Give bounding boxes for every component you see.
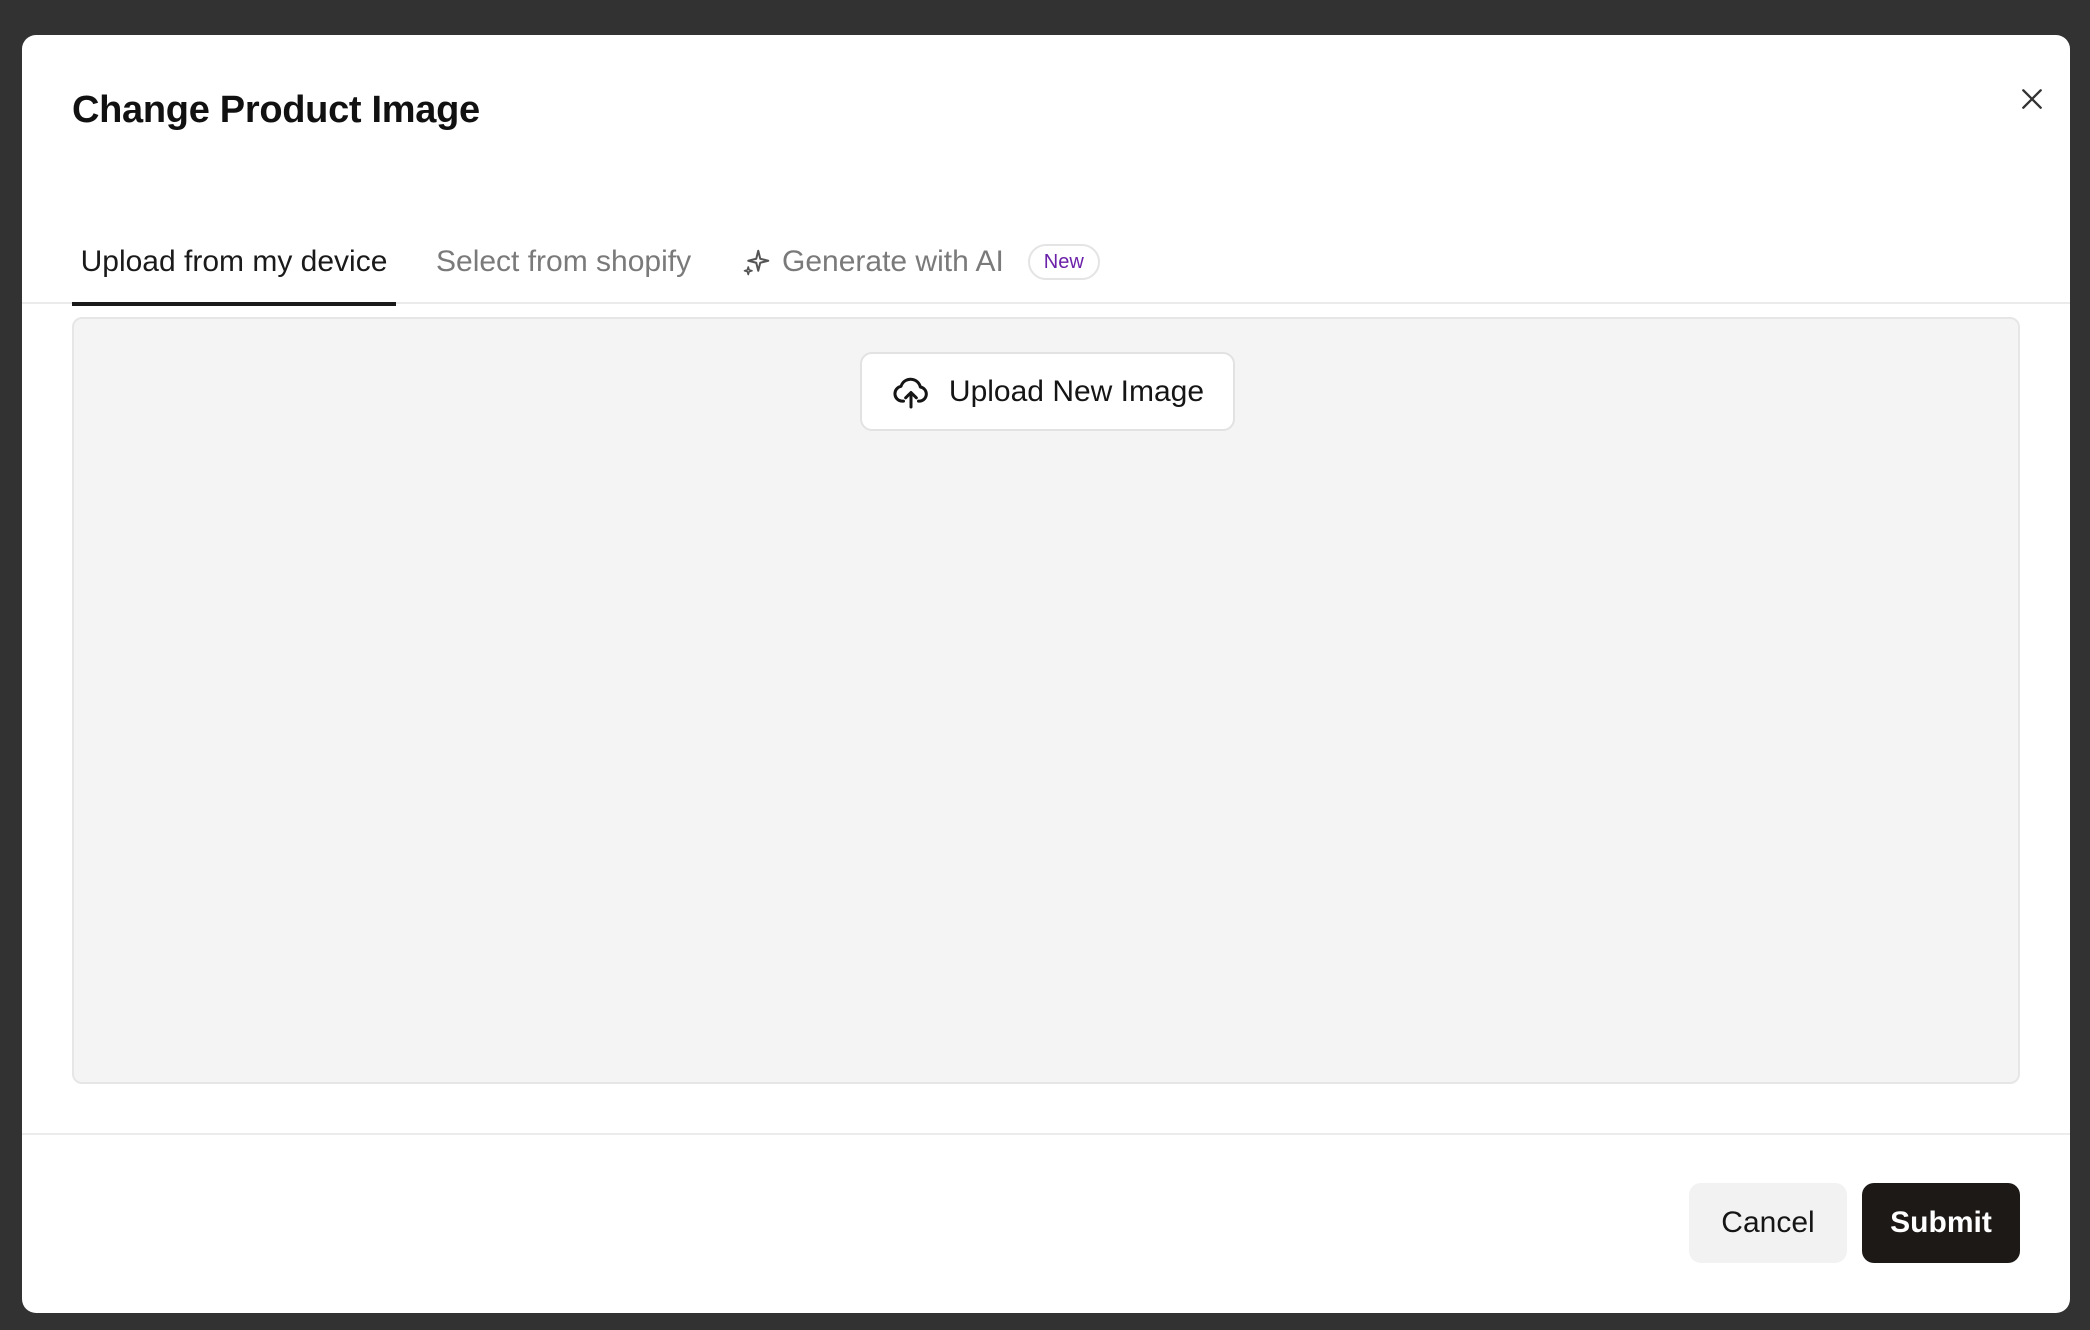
sparkle-icon bbox=[743, 249, 770, 276]
dialog-title: Change Product Image bbox=[72, 89, 480, 131]
tab-select-from-shopify[interactable]: Select from shopify bbox=[436, 220, 691, 304]
submit-button[interactable]: Submit bbox=[1862, 1183, 2020, 1263]
upload-new-image-button[interactable]: Upload New Image bbox=[860, 352, 1235, 431]
tab-upload-from-device[interactable]: Upload from my device bbox=[72, 220, 396, 306]
new-badge: New bbox=[1027, 244, 1100, 280]
tab-generate-with-ai[interactable]: Generate with AI New bbox=[742, 220, 1100, 304]
change-product-image-dialog: Change Product Image Upload from my devi… bbox=[22, 35, 2070, 1313]
image-dropzone[interactable]: Upload New Image bbox=[72, 317, 2020, 1084]
tab-label: Generate with AI bbox=[782, 245, 1004, 278]
close-button[interactable] bbox=[2000, 67, 2064, 131]
cloud-upload-icon bbox=[893, 377, 928, 408]
tab-bar: Upload from my device Select from shopif… bbox=[22, 220, 2070, 306]
tab-label: Upload from my device bbox=[80, 245, 388, 278]
tab-label: Select from shopify bbox=[436, 245, 692, 278]
cancel-label: Cancel bbox=[1721, 1206, 1815, 1239]
close-icon bbox=[2022, 89, 2042, 109]
cancel-button[interactable]: Cancel bbox=[1689, 1183, 1847, 1263]
submit-label: Submit bbox=[1890, 1206, 1992, 1239]
upload-button-label: Upload New Image bbox=[948, 374, 1205, 408]
footer-divider bbox=[22, 1133, 2070, 1135]
